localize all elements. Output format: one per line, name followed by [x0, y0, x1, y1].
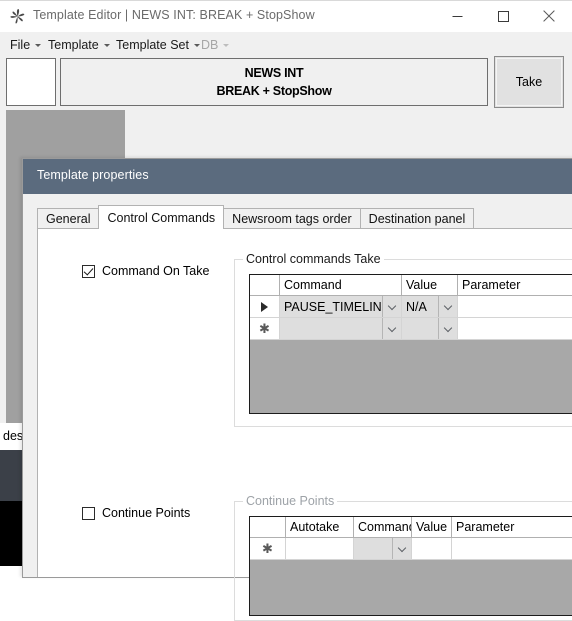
menu-item-db: DB	[195, 32, 235, 57]
menu-item-template-set-label: Template Set	[116, 37, 189, 52]
continue-points-checkbox[interactable]: Continue Points	[82, 506, 190, 520]
tab-control-commands-label: Control Commands	[107, 210, 216, 225]
continue-points-grid[interactable]: Autotake Command Value Parameter ✱	[249, 516, 572, 616]
command-dropdown[interactable]: PAUSE_TIMELINE	[280, 296, 401, 317]
menu-item-template[interactable]: Template	[42, 32, 116, 57]
dialog-body: General Control Commands Newsroom tags o…	[23, 194, 572, 621]
cell-parameter[interactable]	[452, 538, 572, 559]
template-thumbnail[interactable]	[6, 58, 56, 106]
menu-item-file-label: File	[10, 37, 31, 52]
command-dropdown[interactable]	[354, 538, 411, 559]
column-header-autotake[interactable]: Autotake	[286, 517, 354, 537]
control-commands-take-legend: Control commands Take	[243, 252, 384, 266]
tab-general-label: General	[46, 212, 91, 226]
tab-destination-panel-label: Destination panel	[368, 212, 466, 226]
dialog-title: Template properties	[37, 168, 149, 182]
new-row-star-icon: ✱	[262, 540, 273, 556]
chevron-down-icon[interactable]	[382, 296, 401, 317]
checkbox-unchecked-icon	[82, 506, 95, 520]
row-indicator-current	[250, 296, 280, 317]
value-dropdown[interactable]	[402, 318, 457, 339]
value-dropdown-value: N/A	[406, 299, 427, 314]
chevron-down-icon[interactable]	[392, 538, 411, 559]
command-dropdown-value: PAUSE_TIMELINE	[284, 299, 382, 314]
chevron-down-icon	[35, 44, 42, 47]
take-button-label: Take	[515, 75, 543, 89]
current-row-arrow-icon	[261, 301, 268, 312]
menu-bar: File Template Template Set DB	[0, 32, 572, 57]
row-indicator-new: ✱	[250, 538, 286, 559]
tab-control-commands[interactable]: Control Commands	[98, 205, 225, 229]
command-on-take-checkbox[interactable]: Command On Take	[82, 264, 209, 278]
pinwheel-app-icon	[9, 8, 26, 25]
table-row[interactable]: ✱	[250, 318, 572, 340]
template-name-primary: NEWS INT	[244, 66, 304, 80]
menu-item-file[interactable]: File	[4, 32, 47, 57]
template-name-secondary: BREAK + StopShow	[216, 84, 332, 98]
row-indicator-new: ✱	[250, 318, 280, 339]
chevron-down-icon[interactable]	[438, 318, 457, 339]
continue-points-label: Continue Points	[102, 506, 191, 520]
command-on-take-label: Command On Take	[102, 264, 210, 278]
column-header-value[interactable]: Value	[402, 275, 458, 295]
take-button[interactable]: Take	[494, 56, 564, 108]
table-row[interactable]: ✱	[250, 538, 572, 560]
column-header-indicator	[250, 275, 280, 295]
continue-points-group: Continue Points Autotake Command Value P…	[234, 494, 572, 621]
chevron-down-icon[interactable]	[438, 296, 457, 317]
menu-item-template-label: Template	[48, 37, 99, 52]
template-banner[interactable]: NEWS INT BREAK + StopShow	[60, 58, 488, 106]
control-commands-take-group: Control commands Take Command Value Para…	[234, 252, 572, 427]
menu-item-db-label: DB	[201, 37, 219, 52]
column-header-parameter[interactable]: Parameter	[458, 275, 572, 295]
template-editor-window: Template Editor | NEWS INT: BREAK + Stop…	[0, 0, 572, 621]
dialog-tabs: General Control Commands Newsroom tags o…	[37, 205, 475, 229]
dialog-title-bar: Template properties	[23, 159, 572, 194]
cell-command[interactable]	[280, 318, 402, 339]
close-button[interactable]	[526, 1, 572, 31]
table-row[interactable]: PAUSE_TIMELINE N/A	[250, 296, 572, 318]
menu-item-template-set[interactable]: Template Set	[110, 32, 206, 57]
continue-points-legend: Continue Points	[243, 494, 338, 508]
tab-destination-panel[interactable]: Destination panel	[359, 208, 475, 229]
minimize-button[interactable]	[434, 1, 480, 31]
tab-general[interactable]: General	[37, 208, 100, 229]
column-header-parameter[interactable]: Parameter	[452, 517, 572, 537]
column-header-command[interactable]: Command	[354, 517, 412, 537]
tab-newsroom-tags-order-label: Newsroom tags order	[232, 212, 352, 226]
checkbox-checked-icon	[82, 264, 95, 278]
chevron-down-icon[interactable]	[382, 318, 401, 339]
cell-command[interactable]: PAUSE_TIMELINE	[280, 296, 402, 317]
tab-newsroom-tags-order[interactable]: Newsroom tags order	[223, 208, 361, 229]
new-row-star-icon: ✱	[259, 320, 270, 336]
cell-value[interactable]: N/A	[402, 296, 458, 317]
chevron-down-icon	[103, 44, 110, 47]
table-header-row: Autotake Command Value Parameter	[250, 517, 572, 538]
command-dropdown[interactable]	[280, 318, 401, 339]
control-commands-take-grid[interactable]: Command Value Parameter PAUSE_TIMELINE N…	[249, 274, 572, 414]
title-bar: Template Editor | NEWS INT: BREAK + Stop…	[0, 1, 572, 33]
table-header-row: Command Value Parameter	[250, 275, 572, 296]
control-commands-tab-page: Command On Take Control commands Take Co…	[37, 228, 572, 621]
cell-parameter[interactable]	[458, 296, 572, 317]
template-properties-dialog: Template properties General Control Comm…	[22, 158, 572, 621]
column-header-command[interactable]: Command	[280, 275, 402, 295]
column-header-value[interactable]: Value	[412, 517, 452, 537]
cell-value[interactable]	[412, 538, 452, 559]
window-title: Template Editor | NEWS INT: BREAK + Stop…	[33, 8, 315, 22]
cell-parameter[interactable]	[458, 318, 572, 339]
value-dropdown[interactable]: N/A	[402, 296, 457, 317]
cell-value[interactable]	[402, 318, 458, 339]
chevron-down-icon	[223, 44, 230, 47]
cell-autotake[interactable]	[286, 538, 354, 559]
cell-command[interactable]	[354, 538, 412, 559]
column-header-indicator	[250, 517, 286, 537]
maximize-button[interactable]	[480, 1, 526, 31]
